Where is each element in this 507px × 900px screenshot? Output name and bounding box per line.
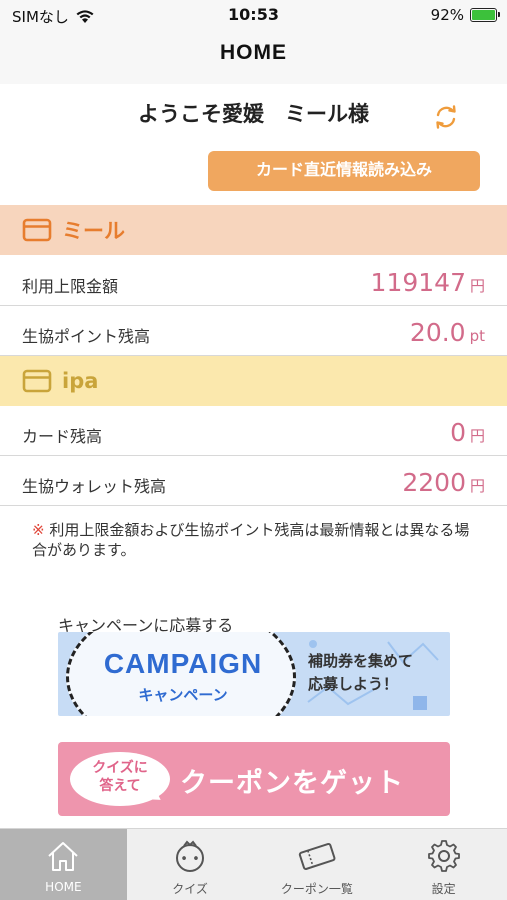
welcome-text: ようこそ愛媛 ミール様 [138,102,369,126]
gear-icon [427,840,460,872]
quiz-icon: • • [176,840,205,872]
section-title: ipa [62,369,99,393]
refresh-icon[interactable] [432,103,460,131]
tab-home[interactable]: HOME [0,829,127,900]
bubble-line: 答えて [99,778,141,794]
coupon-icon [298,842,336,870]
campaign-message: 補助券を集めて 応募しよう！ [308,650,413,696]
tab-coupons[interactable]: クーポン一覧 [254,829,381,900]
tab-label: HOME [45,880,82,894]
row-unit: 円 [469,277,485,295]
row-value-group: 2200 円 [402,468,485,497]
note-mark: ※ [32,521,45,539]
row-points: 生協ポイント残高 20.0 pt [0,306,507,356]
row-value: 119147 [370,268,466,297]
card-load-button[interactable]: カード直近情報読み込み [208,151,480,191]
tab-label: クイズ [172,882,208,896]
battery-percent: 92% [430,6,464,24]
status-bar: SIMなし 10:53 92% [0,0,507,30]
battery-icon [470,8,500,22]
coupon-banner[interactable]: クイズに 答えて クーポンをゲット [58,742,450,816]
coupon-text: クーポンをゲット [180,768,404,799]
row-unit: pt [469,327,485,345]
row-value: 2200 [402,468,466,497]
campaign-banner[interactable]: CAMPAIGN キャンペーン 補助券を集めて 応募しよう！ [58,632,450,716]
row-card-balance: カード残高 0 円 [0,406,507,456]
row-label: 生協ウォレット残高 [22,477,167,496]
speech-bubble-text: クイズに 答えて [70,759,170,795]
section-header-mil: ミール [0,205,507,255]
tab-quiz[interactable]: • • クイズ [127,829,254,900]
bubble-line: クイズに [92,760,148,776]
campaign-message-line: 補助券を集めて [308,652,414,670]
row-label: 生協ポイント残高 [22,327,151,346]
row-label: 利用上限金額 [22,277,119,296]
tab-label: クーポン一覧 [280,882,353,896]
svg-text:• •: • • [180,852,199,867]
row-value-group: 20.0 pt [410,318,485,347]
row-limit: 利用上限金額 119147 円 [0,256,507,306]
row-value: 20.0 [409,318,466,347]
row-value-group: 0 円 [450,418,485,447]
home-icon [48,842,79,871]
row-wallet-balance: 生協ウォレット残高 2200 円 [0,456,507,506]
row-unit: 円 [469,427,485,445]
nav-bar: HOME [0,30,507,84]
page-title: HOME [220,41,287,64]
section-title: ミール [62,219,125,243]
card-icon [22,218,52,242]
row-value-group: 119147 円 [371,268,485,297]
balance-note: ※ 利用上限金額および生協ポイント残高は最新情報とは異なる場合があります。 [32,520,482,560]
row-unit: 円 [469,477,485,495]
campaign-title: CAMPAIGN [103,648,263,679]
campaign-subtitle: キャンペーン [138,686,228,704]
row-label: カード残高 [22,427,103,446]
row-value: 0 [450,418,466,447]
tab-settings[interactable]: 設定 [380,829,507,900]
tab-bar: HOME • • クイズ クーポン一覧 設定 [0,828,507,900]
campaign-message-line: 応募しよう！ [308,675,399,693]
card-icon [22,369,52,393]
section-header-ipa: ipa [0,356,507,406]
note-text: 利用上限金額および生協ポイント残高は最新情報とは異なる場合があります。 [32,521,470,559]
tab-label: 設定 [431,882,456,896]
status-right: 92% [430,6,500,24]
